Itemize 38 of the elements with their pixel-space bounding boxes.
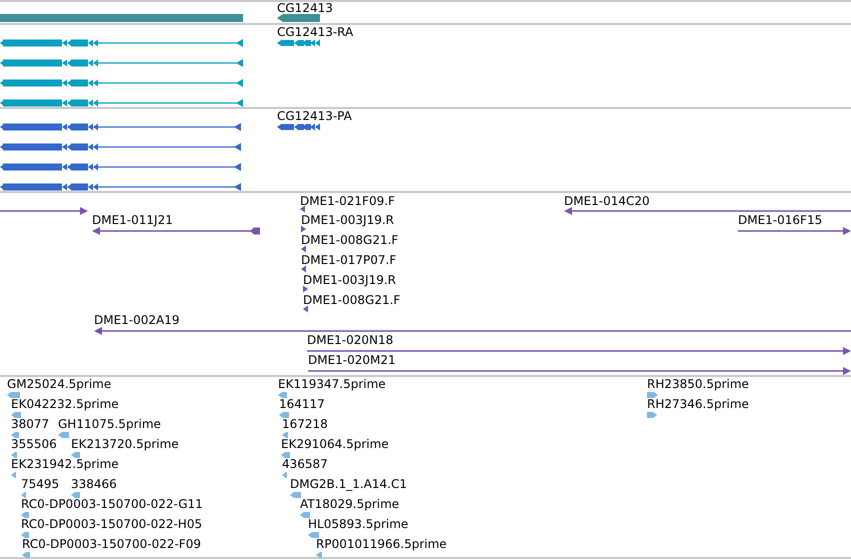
- feature-label: DME1-008G21.F: [303, 293, 400, 307]
- feature-label: GH11075.5prime: [58, 417, 161, 431]
- feature-label: DME1-014C20: [564, 194, 650, 208]
- feature-label: 436587: [282, 457, 328, 471]
- feature-label: DME1-020M21: [308, 353, 396, 367]
- feature-label: DME1-020N18: [307, 333, 394, 347]
- feature-label: GM25024.5prime: [7, 377, 112, 391]
- feature-label: RC0-DP0003-150700-022-G11: [21, 497, 203, 511]
- feature-label: DME1-016F15: [738, 213, 822, 227]
- feature-label: CG12413-RA: [277, 25, 354, 39]
- feature-label: DME1-021F09.F: [300, 194, 395, 208]
- feature-label: RH27346.5prime: [647, 397, 749, 411]
- feature-label: 75495: [21, 477, 60, 491]
- feature-label: DME1-002A19: [94, 313, 180, 327]
- feature-label: DME1-008G21.F: [301, 233, 398, 247]
- feature-label: 164117: [279, 397, 325, 411]
- feature-label: 38077: [11, 417, 50, 431]
- feature-label: EK119347.5prime: [278, 377, 386, 391]
- feature-label: EK291064.5prime: [281, 437, 389, 451]
- feature-label: 338466: [71, 477, 117, 491]
- feature-label: EK231942.5prime: [11, 457, 119, 471]
- feature-label: CG12413-PA: [277, 109, 352, 123]
- feature-label: AT18029.5prime: [300, 497, 400, 511]
- feature-label: RH23850.5prime: [647, 377, 749, 391]
- feature-label: 167218: [282, 417, 328, 431]
- feature-label: CG12413: [277, 1, 333, 15]
- feature-label: DME1-011J21: [92, 213, 173, 227]
- feature-label: DMG2B.1_1.A14.C1: [290, 477, 407, 491]
- feature-label: DME1-003J19.R: [303, 273, 396, 287]
- feature-label: DME1-017P07.F: [301, 253, 396, 267]
- feature-label: RC0-DP0003-150700-022-H05: [21, 517, 202, 531]
- feature-label: 355506: [11, 437, 57, 451]
- feature-label: EK042232.5prime: [11, 397, 119, 411]
- feature-label: DME1-003J19.R: [301, 213, 394, 227]
- feature-label: HL05893.5prime: [308, 517, 408, 531]
- feature-label: RC0-DP0003-150700-022-F09: [22, 537, 201, 551]
- feature-label: RP001011966.5prime: [316, 537, 447, 551]
- feature-label: EK213720.5prime: [71, 437, 179, 451]
